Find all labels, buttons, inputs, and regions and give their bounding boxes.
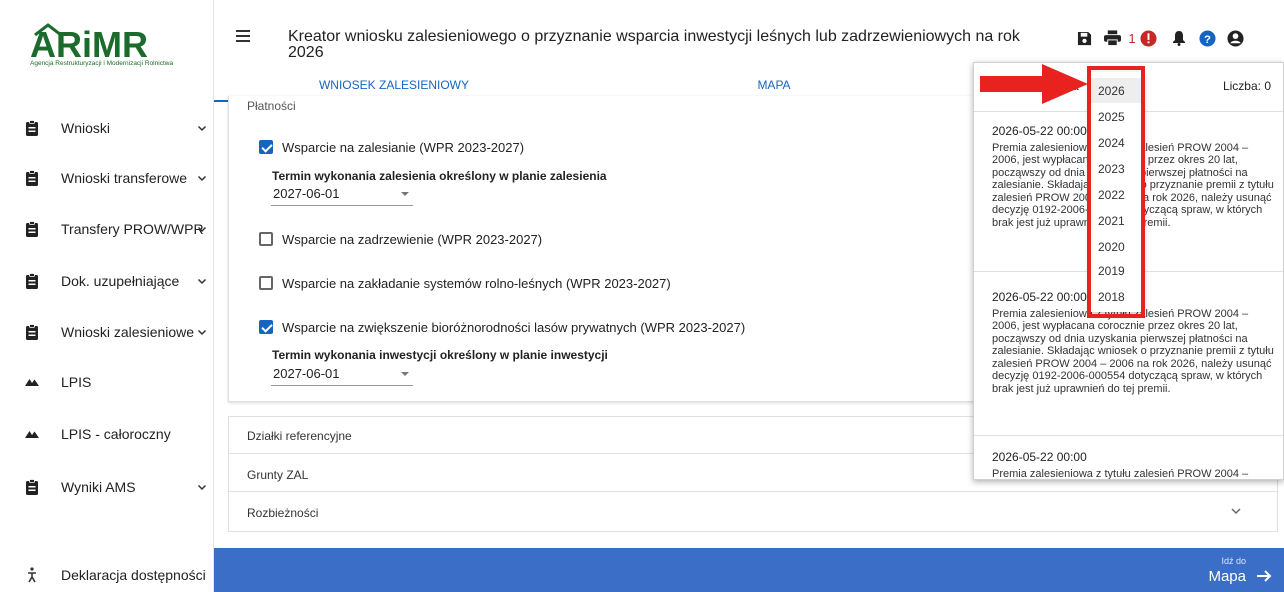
alert-icon[interactable] xyxy=(1139,29,1157,47)
chevron-down-icon xyxy=(401,192,409,196)
sidebar-item-dok-uzupe-niaj-ce[interactable]: Dok. uzupełniające xyxy=(0,266,213,296)
clipboard-icon xyxy=(26,324,38,340)
sidebar-item-wnioski-transferowe[interactable]: Wnioski transferowe xyxy=(0,163,213,193)
sidebar-item-label: LPIS xyxy=(61,374,92,390)
sidebar-item-label: Wyniki AMS xyxy=(61,479,136,495)
notifications-count: Liczba: 0 xyxy=(1222,79,1271,93)
clipboard-icon xyxy=(26,221,38,237)
sidebar-item-wnioski-zalesieniowe[interactable]: Wnioski zalesieniowe xyxy=(0,317,213,347)
checkbox-zadrzewienie[interactable] xyxy=(259,232,273,246)
accordion-label: Grunty ZAL xyxy=(247,468,309,482)
help-icon[interactable]: ? xyxy=(1198,29,1216,47)
bell-icon[interactable] xyxy=(1171,29,1187,47)
chevron-down-icon xyxy=(197,175,207,182)
save-icon[interactable] xyxy=(1076,29,1092,47)
sidebar-item-label: Transfery PROW/WPR xyxy=(61,221,204,237)
print-icon[interactable] xyxy=(1103,29,1121,47)
accessibility-label: Deklaracja dostępności xyxy=(61,567,206,583)
notification-item[interactable]: 2026-05-22 00:00 Premia zalesieniowa z t… xyxy=(992,451,1276,479)
accessibility-icon xyxy=(28,567,36,583)
sidebar: ARiMR Agencja Restrukturyzacji i Moderni… xyxy=(0,0,214,592)
chevron-down-icon xyxy=(197,484,207,491)
pointer-arrow-icon xyxy=(980,64,1088,104)
highlight-box xyxy=(1087,66,1145,318)
goto-map-button[interactable]: Idź do Mapa xyxy=(1192,554,1272,588)
clipboard-icon xyxy=(26,120,38,136)
page-title: Kreator wniosku zalesieniowego o przyzna… xyxy=(288,28,1020,61)
label-rolno-lesne: Wsparcie na zakładanie systemów rolno-le… xyxy=(282,276,671,291)
field-label-termin-zalesienia: Termin wykonania zalesienia określony w … xyxy=(272,169,607,183)
clipboard-icon xyxy=(26,479,38,495)
accordion-rozbieznosci[interactable]: Rozbieżności xyxy=(228,492,1278,532)
sidebar-item-label: Wnioski zalesieniowe xyxy=(61,324,195,340)
goto-small-label: Idź do xyxy=(1221,556,1246,566)
account-icon[interactable] xyxy=(1226,29,1244,47)
accordion-label: Działki referencyjne xyxy=(247,429,352,443)
sidebar-item-transfery-prow-wpr[interactable]: Transfery PROW/WPR xyxy=(0,214,213,244)
checkbox-rolno-lesne[interactable] xyxy=(259,276,273,290)
goto-big-label: Mapa xyxy=(1208,568,1246,585)
label-zadrzewienie: Wsparcie na zadrzewienie (WPR 2023-2027) xyxy=(282,232,543,247)
sidebar-item-label: Wnioski xyxy=(61,120,111,136)
label-zalesianie: Wsparcie na zalesianie (WPR 2023-2027) xyxy=(282,140,525,155)
arimr-logo[interactable]: ARiMR Agencja Restrukturyzacji i Moderni… xyxy=(30,20,202,72)
sidebar-item-label: Dok. uzupełniające xyxy=(61,273,180,289)
sidebar-item-label: Wnioski transferowe xyxy=(61,170,188,186)
arrow-right-icon xyxy=(1257,570,1272,582)
mountains-icon xyxy=(25,431,39,438)
clipboard-icon xyxy=(26,273,38,289)
checkbox-zalesianie[interactable] xyxy=(259,140,273,154)
chevron-down-icon xyxy=(197,278,207,285)
chevron-down-icon xyxy=(197,125,207,132)
payments-section-label: Płatności xyxy=(247,99,296,113)
field-label-termin-inwestycji: Termin wykonania inwestycji określony w … xyxy=(272,348,608,362)
footer-bar: Idź do Mapa xyxy=(214,548,1284,592)
checkbox-bioroznorodnosc[interactable] xyxy=(259,320,273,334)
sidebar-item-lpis-ca-oroczny[interactable]: LPIS - całoroczny xyxy=(0,419,213,449)
sidebar-item-wnioski[interactable]: Wnioski xyxy=(0,113,213,143)
logo-subtitle: Agencja Restrukturyzacji i Modernizacji … xyxy=(30,60,174,67)
clipboard-icon xyxy=(26,170,38,186)
label-bioroznorodnosc: Wsparcie na zwiększenie bioróżnorodności… xyxy=(282,320,746,335)
chevron-down-icon xyxy=(197,329,207,336)
sidebar-item-lpis[interactable]: LPIS xyxy=(0,367,213,397)
termin-zalesienia-select[interactable]: 2027-06-01 xyxy=(271,186,413,206)
chevron-down-icon xyxy=(197,226,207,233)
termin-inwestycji-select[interactable]: 2027-06-01 xyxy=(271,366,413,386)
sidebar-item-wyniki-ams[interactable]: Wyniki AMS xyxy=(0,472,213,502)
accessibility-link[interactable]: Deklaracja dostępności xyxy=(0,560,213,590)
mountains-icon xyxy=(25,379,39,386)
notification-count: 1 xyxy=(1128,30,1136,46)
chevron-down-icon xyxy=(401,372,409,376)
sidebar-item-label: LPIS - całoroczny xyxy=(61,426,171,442)
svg-text:?: ? xyxy=(1204,33,1211,45)
chevron-down-icon xyxy=(1231,508,1241,515)
menu-icon[interactable] xyxy=(236,30,250,42)
accordion-label: Rozbieżności xyxy=(247,506,319,520)
